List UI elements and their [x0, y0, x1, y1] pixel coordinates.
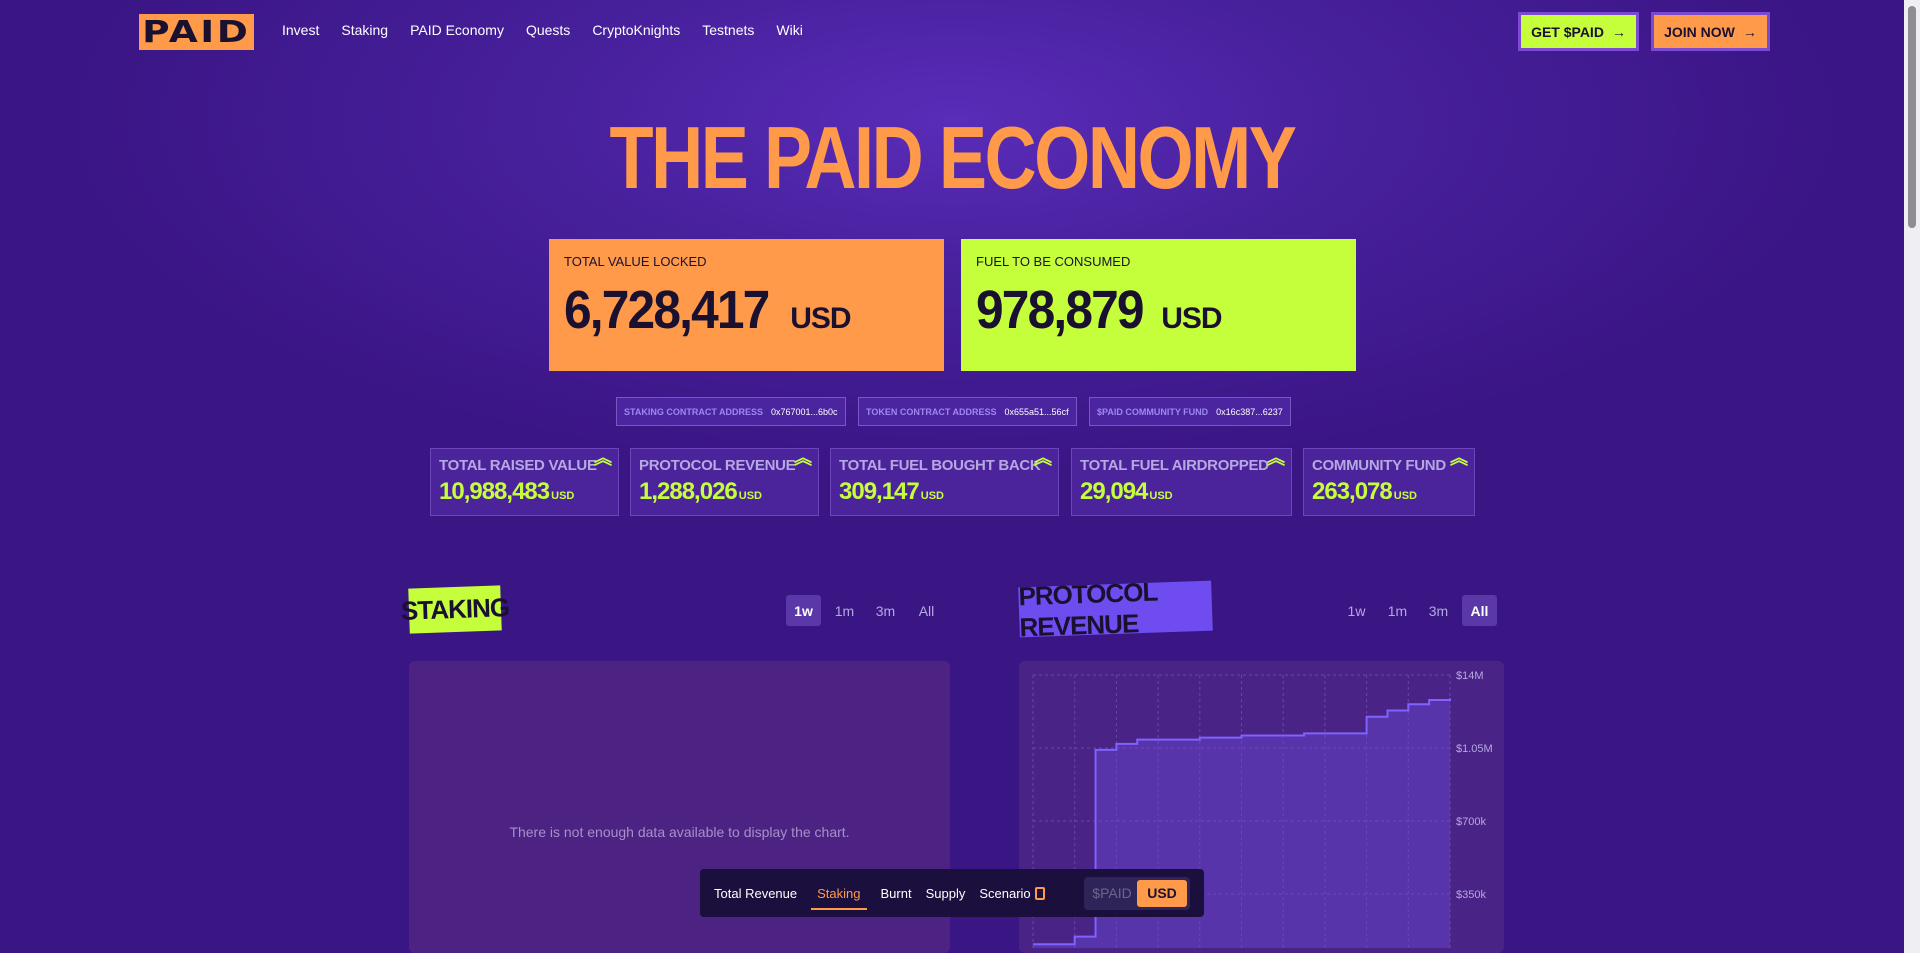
staking-range-3m[interactable]: 3m [868, 595, 903, 626]
address-value: 0x767001...6b0c [771, 406, 838, 417]
stat-value: 263,078 [1312, 478, 1393, 505]
stat-unit: USD [1149, 490, 1173, 502]
double-chevron-up-icon: ︽ [1450, 448, 1468, 468]
revenue-range-selector: 1w 1m 3m All [1339, 595, 1497, 626]
nav-paid-economy[interactable]: PAID Economy [410, 22, 504, 38]
y-tick-label: $1.05M [1456, 743, 1493, 755]
scrollbar-thumb[interactable] [1908, 6, 1916, 228]
stat-fuel-airdropped: TOTAL FUEL AIRDROPPED 29,094 USD ︽ [1071, 448, 1292, 516]
join-now-button[interactable]: JOIN NOW → [1651, 12, 1770, 51]
double-chevron-up-icon: ︽ [794, 448, 812, 468]
paid-logo[interactable]: PAID [139, 14, 254, 50]
currency-usd-option[interactable]: USD [1137, 879, 1187, 907]
stat-unit: USD [551, 490, 575, 502]
tab-supply[interactable]: Supply [926, 886, 966, 901]
revenue-range-1w[interactable]: 1w [1339, 595, 1374, 626]
total-value-locked-card: TOTAL VALUE LOCKED 6,728,417 USD [549, 239, 944, 371]
address-key: STAKING CONTRACT ADDRESS [624, 406, 763, 417]
double-chevron-up-icon: ︽ [594, 448, 612, 468]
page-title: THE PAID ECONOMY [609, 108, 1297, 207]
address-key: TOKEN CONTRACT ADDRESS [866, 406, 997, 417]
tvl-value: 6,728,417 [564, 280, 770, 340]
stat-label: TOTAL FUEL AIRDROPPED [1080, 457, 1269, 474]
token-contract-address[interactable]: TOKEN CONTRACT ADDRESS 0x655a51...56cf [858, 397, 1077, 426]
main-nav: Invest Staking PAID Economy Quests Crypt… [282, 22, 803, 38]
y-tick-label: $350k [1456, 889, 1486, 901]
nav-testnets[interactable]: Testnets [702, 22, 754, 38]
tab-total-revenue[interactable]: Total Revenue [714, 886, 797, 901]
currency-toggle: $PAID USD [1084, 876, 1190, 910]
fuel-value: 978,879 [976, 280, 1145, 340]
stat-total-raised: TOTAL RAISED VALUE 10,988,483 USD ︽ [430, 448, 619, 516]
arrow-right-icon: → [1611, 23, 1626, 40]
arrow-right-icon: → [1742, 23, 1757, 40]
stat-label: COMMUNITY FUND [1312, 457, 1446, 474]
community-fund-address[interactable]: $PAID COMMUNITY FUND 0x16c387...6237 [1089, 397, 1291, 426]
get-paid-button[interactable]: GET $PAID → [1518, 12, 1639, 51]
tvl-unit: USD [790, 302, 851, 335]
nav-invest[interactable]: Invest [282, 22, 319, 38]
double-chevron-up-icon: ︽ [1267, 448, 1285, 468]
nav-wiki[interactable]: Wiki [776, 22, 802, 38]
stat-value: 1,288,026 [639, 478, 738, 505]
tab-burnt[interactable]: Burnt [881, 886, 912, 901]
stat-unit: USD [920, 490, 944, 502]
staking-range-all[interactable]: All [909, 595, 944, 626]
address-key: $PAID COMMUNITY FUND [1097, 406, 1209, 417]
fuel-unit: USD [1161, 302, 1222, 335]
fuel-to-be-consumed-card: FUEL TO BE CONSUMED 978,879 USD [961, 239, 1356, 371]
revenue-range-1m[interactable]: 1m [1380, 595, 1415, 626]
stat-unit: USD [1393, 490, 1417, 502]
y-tick-label: $700k [1456, 816, 1486, 828]
site-header: PAID Invest Staking PAID Economy Quests … [0, 0, 1904, 62]
staking-section-title: STAKING [400, 585, 510, 634]
stat-protocol-revenue: PROTOCOL REVENUE 1,288,026 USD ︽ [630, 448, 819, 516]
stat-value: 10,988,483 [439, 478, 550, 505]
stat-community-fund: COMMUNITY FUND 263,078 USD ︽ [1303, 448, 1475, 516]
stat-unit: USD [738, 490, 763, 502]
nav-cryptoknights[interactable]: CryptoKnights [592, 22, 680, 38]
stat-label: TOTAL RAISED VALUE [439, 457, 597, 474]
staking-empty-message: There is not enough data available to di… [509, 824, 850, 840]
address-value: 0x655a51...56cf [1004, 406, 1069, 417]
y-tick-label: $14M [1456, 670, 1484, 682]
metric-tab-bar: Total Revenue Staking Burnt Supply Scena… [700, 869, 1204, 917]
stat-label: TOTAL FUEL BOUGHT BACK [839, 457, 1041, 474]
currency-paid-option[interactable]: $PAID [1087, 880, 1137, 907]
staking-range-1w[interactable]: 1w [786, 595, 821, 626]
staking-range-1m[interactable]: 1m [827, 595, 862, 626]
revenue-range-all[interactable]: All [1462, 595, 1497, 626]
revenue-range-3m[interactable]: 3m [1421, 595, 1456, 626]
tab-scenario-label: Scenario [979, 885, 1031, 901]
nav-quests[interactable]: Quests [526, 22, 570, 38]
logo-text: PAID [142, 14, 251, 50]
stat-label: PROTOCOL REVENUE [639, 457, 796, 474]
tab-staking[interactable]: Staking [811, 886, 867, 910]
address-value: 0x16c387...6237 [1216, 406, 1283, 417]
staking-contract-address[interactable]: STAKING CONTRACT ADDRESS 0x767001...6b0c [616, 397, 846, 426]
calculator-icon [1034, 886, 1045, 900]
join-now-label: JOIN NOW [1664, 23, 1735, 40]
stat-value: 29,094 [1080, 478, 1148, 505]
protocol-revenue-section-title: PROTOCOL REVENUE [1018, 577, 1213, 642]
page-scrollbar[interactable] [1904, 0, 1920, 953]
double-chevron-up-icon: ︽ [1034, 448, 1052, 468]
stat-fuel-bought-back: TOTAL FUEL BOUGHT BACK 309,147 USD ︽ [830, 448, 1059, 516]
tab-scenario[interactable]: Scenario [979, 885, 1045, 901]
fuel-label: FUEL TO BE CONSUMED [976, 254, 1131, 269]
tvl-label: TOTAL VALUE LOCKED [564, 254, 707, 269]
nav-staking[interactable]: Staking [341, 22, 388, 38]
stat-value: 309,147 [839, 478, 920, 505]
staking-range-selector: 1w 1m 3m All [786, 595, 944, 626]
get-paid-label: GET $PAID [1531, 23, 1604, 40]
